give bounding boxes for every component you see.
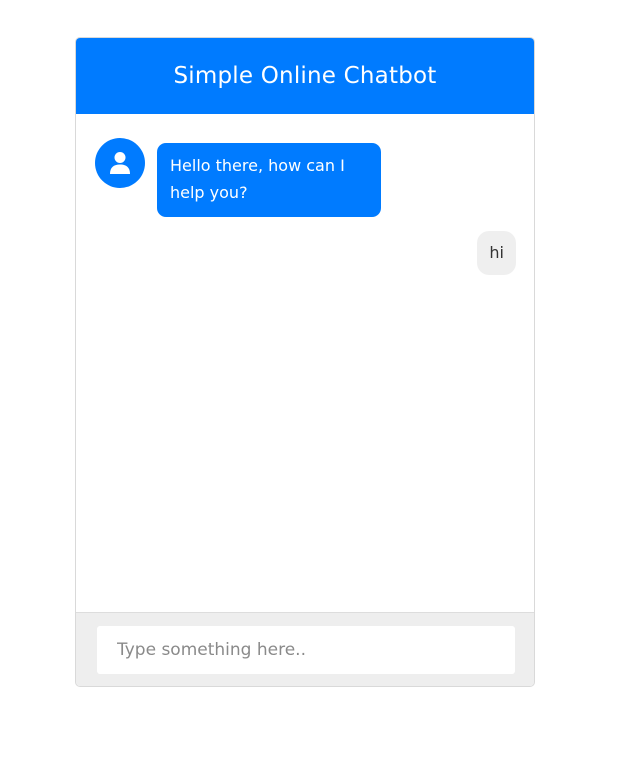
chat-footer xyxy=(76,612,534,686)
message-input[interactable] xyxy=(97,626,515,674)
user-message-row: hi xyxy=(477,231,516,275)
bot-avatar xyxy=(95,138,145,188)
user-message-bubble: hi xyxy=(477,231,516,275)
chat-header: Simple Online Chatbot xyxy=(76,38,534,114)
chat-window: Simple Online Chatbot Hello there, how c… xyxy=(75,37,535,687)
bot-message-row: Hello there, how can I help you? xyxy=(95,138,381,217)
user-icon xyxy=(110,152,130,174)
chat-title: Simple Online Chatbot xyxy=(173,63,437,89)
bot-message-bubble: Hello there, how can I help you? xyxy=(157,143,381,217)
chat-messages[interactable]: Hello there, how can I help you? hi xyxy=(76,114,534,614)
